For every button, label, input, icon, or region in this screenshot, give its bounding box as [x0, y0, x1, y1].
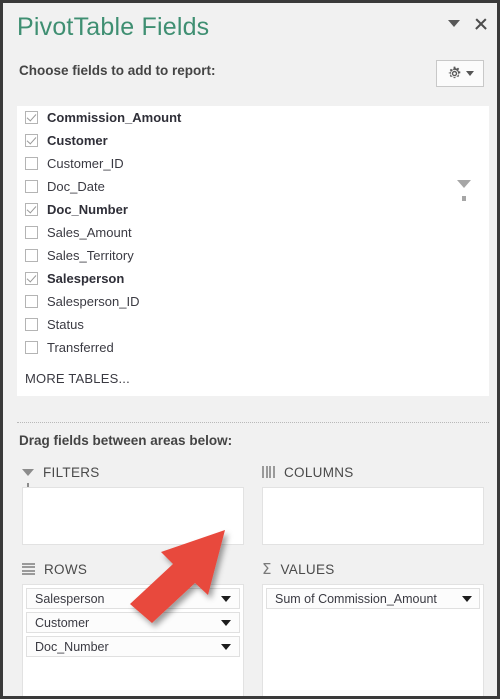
field-list-item[interactable]: Sales_Amount — [17, 221, 489, 244]
pivottable-fields-pane: PivotTable Fields Choose fields to add t… — [0, 0, 500, 699]
area-field-pill[interactable]: Salesperson — [26, 588, 240, 609]
field-checkbox[interactable] — [25, 111, 38, 124]
field-list-item[interactable]: Salesperson — [17, 267, 489, 290]
field-list-settings-button[interactable] — [436, 60, 484, 87]
field-label: Sales_Territory — [47, 248, 134, 263]
field-checkbox[interactable] — [25, 341, 38, 354]
field-list-item[interactable]: Doc_Date — [17, 175, 489, 198]
field-list-filter-button[interactable] — [457, 180, 471, 201]
close-icon[interactable] — [474, 17, 487, 30]
area-rows-title: ROWS — [44, 561, 88, 577]
field-label: Commission_Amount — [47, 110, 182, 125]
area-field-pill-label: Salesperson — [35, 591, 105, 606]
area-field-pill[interactable]: Doc_Number — [26, 636, 240, 657]
drag-fields-label: Drag fields between areas below: — [19, 433, 233, 448]
area-field-pill-label: Doc_Number — [35, 639, 109, 654]
area-columns-dropzone[interactable] — [262, 487, 484, 545]
field-checkbox[interactable] — [25, 203, 38, 216]
area-values-header: Σ VALUES — [262, 560, 484, 578]
field-label: Doc_Date — [47, 179, 105, 194]
area-field-pill[interactable]: Sum of Commission_Amount — [266, 588, 480, 609]
field-list-item[interactable]: Customer_ID — [17, 152, 489, 175]
field-checkbox[interactable] — [25, 180, 38, 193]
chevron-down-icon[interactable] — [221, 619, 231, 626]
page-title: PivotTable Fields — [17, 13, 210, 41]
chevron-down-icon[interactable] — [221, 643, 231, 650]
field-label: Salesperson — [47, 271, 125, 286]
field-checkbox[interactable] — [25, 318, 38, 331]
area-filters-title: FILTERS — [43, 464, 100, 480]
choose-fields-label: Choose fields to add to report: — [19, 63, 216, 78]
field-list: Commission_Amount Customer Customer_ID Doc_… — [17, 106, 489, 359]
field-checkbox[interactable] — [25, 272, 38, 285]
field-list-item[interactable]: Sales_Territory — [17, 244, 489, 267]
area-rows-header: ROWS — [22, 560, 244, 578]
field-label: Customer — [47, 133, 108, 148]
area-filters-dropzone[interactable] — [22, 487, 244, 545]
funnel-icon — [457, 180, 471, 201]
field-label: Salesperson_ID — [47, 294, 140, 309]
columns-icon — [262, 466, 275, 478]
field-label: Customer_ID — [47, 156, 124, 171]
area-filters-header: FILTERS — [22, 463, 244, 487]
field-list-item[interactable]: Salesperson_ID — [17, 290, 489, 313]
field-list-item[interactable]: Transferred — [17, 336, 489, 359]
rows-icon — [22, 563, 35, 575]
area-values-dropzone[interactable]: Sum of Commission_Amount — [262, 584, 484, 696]
area-columns-header: COLUMNS — [262, 463, 484, 481]
field-label: Doc_Number — [47, 202, 128, 217]
field-checkbox[interactable] — [25, 134, 38, 147]
field-list-item[interactable]: Status — [17, 313, 489, 336]
funnel-icon — [22, 468, 34, 487]
area-rows[interactable]: ROWS Salesperson Customer Doc_Number — [22, 560, 244, 696]
area-field-pill-label: Sum of Commission_Amount — [275, 591, 437, 606]
field-label: Sales_Amount — [47, 225, 132, 240]
field-checkbox[interactable] — [25, 295, 38, 308]
area-values[interactable]: Σ VALUES Sum of Commission_Amount — [262, 560, 484, 696]
field-checkbox[interactable] — [25, 226, 38, 239]
area-filters[interactable]: FILTERS — [22, 463, 244, 545]
sigma-icon: Σ — [262, 560, 272, 578]
area-rows-dropzone[interactable]: Salesperson Customer Doc_Number — [22, 584, 244, 696]
field-label: Status — [47, 317, 84, 332]
field-list-panel: Commission_Amount Customer Customer_ID Doc_… — [17, 106, 489, 396]
window-controls — [448, 17, 487, 30]
field-list-item[interactable]: Doc_Number — [17, 198, 489, 221]
area-field-pill[interactable]: Customer — [26, 612, 240, 633]
field-list-item[interactable]: Customer — [17, 129, 489, 152]
area-values-title: VALUES — [280, 561, 335, 577]
area-columns-title: COLUMNS — [284, 464, 354, 480]
chevron-down-icon[interactable] — [221, 595, 231, 602]
area-columns[interactable]: COLUMNS — [262, 463, 484, 545]
field-checkbox[interactable] — [25, 249, 38, 262]
section-divider — [17, 422, 489, 423]
chevron-down-icon — [465, 71, 474, 76]
gear-icon — [448, 66, 460, 79]
chevron-down-icon[interactable] — [448, 20, 460, 27]
area-field-pill-label: Customer — [35, 615, 90, 630]
more-tables-link[interactable]: MORE TABLES... — [25, 371, 130, 386]
field-checkbox[interactable] — [25, 157, 38, 170]
field-label: Transferred — [47, 340, 114, 355]
chevron-down-icon[interactable] — [462, 595, 472, 602]
field-list-item[interactable]: Commission_Amount — [17, 106, 489, 129]
